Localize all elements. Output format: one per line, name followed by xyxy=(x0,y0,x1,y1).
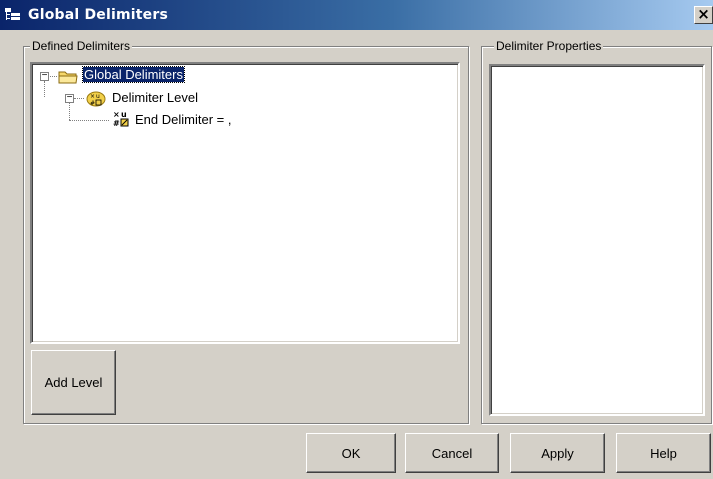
close-button[interactable]: × xyxy=(694,6,713,24)
delimiter-properties-panel[interactable] xyxy=(489,64,705,416)
apply-label: Apply xyxy=(541,445,574,461)
tree-item-delimiter-level[interactable]: Delimiter Level xyxy=(112,90,198,105)
help-button[interactable]: Help xyxy=(616,433,711,473)
tree-connector xyxy=(69,103,70,120)
tree-app-icon xyxy=(5,8,20,20)
add-level-button[interactable]: Add Level xyxy=(31,350,116,415)
tree-item-label: Delimiter Level xyxy=(112,90,198,105)
svg-text:u: u xyxy=(96,93,100,100)
help-label: Help xyxy=(650,445,677,461)
collapse-level-icon[interactable]: − xyxy=(65,93,74,103)
folder-icon xyxy=(58,71,78,84)
delimiter-item-icon: × u # xyxy=(113,110,129,128)
delimiter-tree[interactable]: − Global Delimiters − × u # Delimiter Le… xyxy=(30,62,460,344)
defined-delimiters-label: Defined Delimiters xyxy=(30,39,133,53)
delimiter-level-icon: × u # xyxy=(86,91,106,107)
ok-button[interactable]: OK xyxy=(306,433,396,473)
tree-connector xyxy=(44,81,45,97)
svg-text:#: # xyxy=(113,119,120,128)
tree-item-global-delimiters[interactable]: Global Delimiters xyxy=(82,66,185,83)
tree-connector xyxy=(48,76,57,77)
window-title: Global Delimiters xyxy=(28,7,168,23)
tree-connector xyxy=(74,98,84,99)
collapse-global-icon[interactable]: − xyxy=(40,71,49,81)
svg-text:×: × xyxy=(113,110,120,119)
apply-button[interactable]: Apply xyxy=(510,433,605,473)
tree-item-end-delimiter[interactable]: End Delimiter = , xyxy=(135,112,231,127)
cancel-button[interactable]: Cancel xyxy=(405,433,499,473)
cancel-label: Cancel xyxy=(431,445,473,461)
title-bar[interactable]: Global Delimiters × xyxy=(0,0,713,30)
tree-item-label: Global Delimiters xyxy=(82,66,185,83)
tree-connector xyxy=(69,120,109,121)
svg-text:#: # xyxy=(90,100,95,107)
close-icon: × xyxy=(697,5,710,23)
tree-item-label: End Delimiter = , xyxy=(135,112,232,127)
delimiter-properties-label: Delimiter Properties xyxy=(494,39,604,53)
svg-text:×: × xyxy=(90,93,95,100)
svg-text:u: u xyxy=(121,110,127,119)
ok-label: OK xyxy=(341,445,361,461)
add-level-label: Add Level xyxy=(44,375,103,390)
